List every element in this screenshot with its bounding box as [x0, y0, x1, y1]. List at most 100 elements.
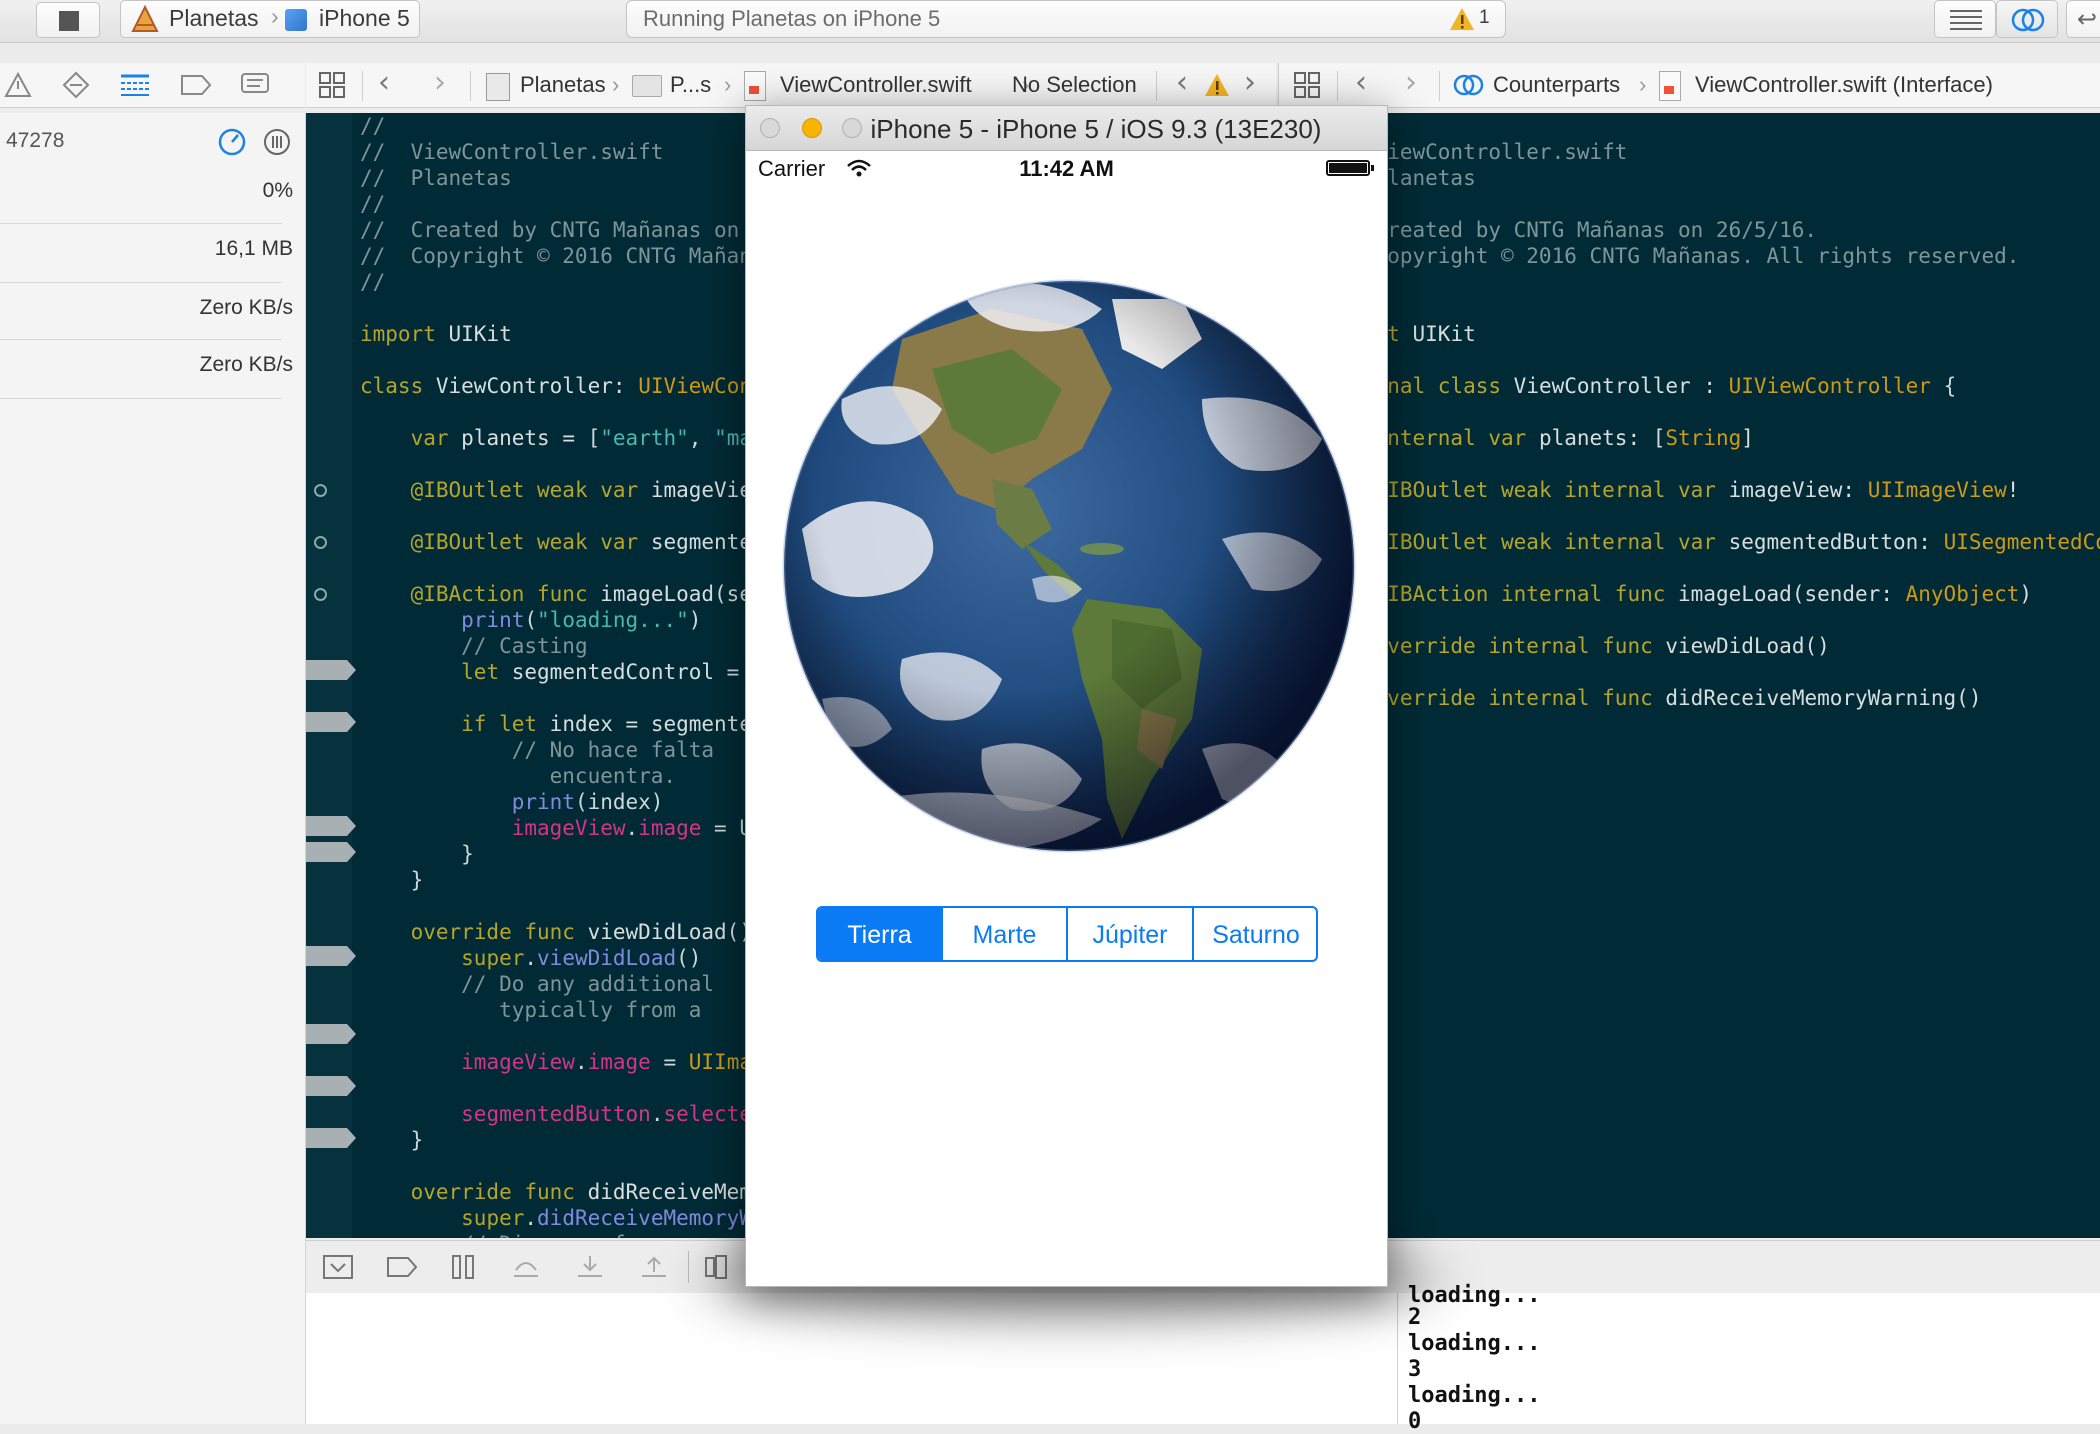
jumpbar-interface-file[interactable]: ViewController.swift (Interface): [1695, 72, 1993, 98]
cpu-value: 0%: [262, 179, 293, 202]
breakpoints-toggle-icon[interactable]: [386, 1256, 418, 1278]
jumpbar-file[interactable]: ViewController.swift: [780, 72, 972, 98]
issue-navigator-icon[interactable]: [4, 72, 32, 98]
standard-editor-button[interactable]: [1934, 0, 1996, 38]
simulator-title-bar[interactable]: iPhone 5 - iPhone 5 / iOS 9.3 (13E230): [746, 106, 1387, 151]
editor-gutter[interactable]: [306, 113, 356, 1238]
status-time: 11:42 AM: [1019, 156, 1114, 181]
assistant-editor-icon: [2011, 8, 2045, 32]
step-out-icon[interactable]: [640, 1254, 668, 1280]
scheme-device-name: iPhone 5: [319, 5, 410, 31]
warning-icon[interactable]: [1204, 73, 1230, 97]
breakpoint-marker[interactable]: [306, 816, 356, 836]
console-line: 0: [1408, 1409, 1422, 1434]
project-file-icon: [486, 73, 510, 101]
counterparts-icon: [1453, 74, 1484, 96]
swift-file-icon: [744, 71, 766, 101]
back-arrow-icon[interactable]: ‹: [1355, 65, 1367, 100]
breakpoint-marker[interactable]: [306, 660, 356, 680]
report-navigator-icon[interactable]: [240, 72, 270, 98]
segment-marte[interactable]: Marte: [943, 908, 1068, 960]
network-gauge[interactable]: Zero KB/s: [0, 353, 293, 377]
console-line: loading...: [1408, 1331, 1541, 1356]
step-into-icon[interactable]: [576, 1254, 604, 1280]
window-toolbar: Planetas › iPhone 5 Running Planetas on …: [0, 0, 2100, 43]
close-window-button[interactable]: [760, 118, 780, 138]
jumpbar-separator: ›: [612, 72, 620, 97]
earth-image: [782, 279, 1356, 853]
version-editor-button[interactable]: ↩: [2066, 0, 2100, 38]
breakpoint-marker[interactable]: [306, 1024, 356, 1044]
related-items-icon[interactable]: [1293, 71, 1321, 99]
breakpoint-marker[interactable]: [306, 842, 356, 862]
breakpoint-marker[interactable]: [306, 946, 356, 966]
scheme-separator: ›: [271, 3, 279, 29]
disk-value: Zero KB/s: [199, 296, 293, 319]
console-line: 2: [1408, 1305, 1422, 1330]
hide-debug-area-icon[interactable]: [322, 1254, 354, 1280]
debug-navigator: 47278 0% 16,1 MB Zero KB/s Zero KB/s: [0, 113, 306, 1424]
simulator-window[interactable]: iPhone 5 - iPhone 5 / iOS 9.3 (13E230) C…: [745, 105, 1388, 1287]
segment-jupiter[interactable]: Júpiter: [1068, 908, 1194, 960]
jumpbar-selection[interactable]: No Selection: [1012, 72, 1137, 98]
right-jump-bar: ‹ › Counterparts › ViewController.swift …: [1278, 63, 2100, 108]
assistant-editor-button[interactable]: [1996, 0, 2058, 38]
outlet-connection-icon[interactable]: [314, 536, 327, 549]
breakpoint-marker[interactable]: [306, 712, 356, 732]
jumpbar-project[interactable]: Planetas: [520, 72, 606, 98]
threads-icon[interactable]: [262, 127, 292, 157]
simulator-title: iPhone 5 - iPhone 5 / iOS 9.3 (13E230): [870, 114, 1322, 144]
forward-arrow-icon[interactable]: ›: [1405, 65, 1417, 100]
version-editor-icon: ↩: [2077, 6, 2098, 33]
right-interface-code: // // ViewController.swift // Planetas /…: [1386, 140, 2100, 710]
battery-icon: [1326, 160, 1374, 176]
segment-tierra[interactable]: Tierra: [818, 908, 943, 960]
outlet-connection-icon[interactable]: [314, 484, 327, 497]
memory-gauge[interactable]: 16,1 MB: [0, 237, 293, 261]
source-editor[interactable]: // // ViewController.swift // Planetas /…: [306, 113, 746, 1238]
counterparts-label[interactable]: Counterparts: [1493, 72, 1620, 98]
activity-viewer: Running Planetas on iPhone 5 1: [626, 0, 1506, 38]
stop-button[interactable]: [36, 2, 100, 38]
next-issue-icon[interactable]: ›: [1244, 65, 1256, 100]
test-navigator-icon[interactable]: [62, 71, 90, 99]
related-items-icon[interactable]: [318, 71, 346, 99]
planet-image-view: [782, 279, 1356, 853]
breakpoint-navigator-icon[interactable]: [180, 74, 212, 96]
console-divider[interactable]: [1397, 1293, 1398, 1424]
disk-gauge[interactable]: Zero KB/s: [0, 296, 293, 320]
forward-arrow-icon[interactable]: ›: [434, 65, 446, 100]
console-line: loading...: [1408, 1383, 1541, 1408]
scheme-project-name: Planetas: [169, 5, 259, 31]
jumpbar-separator: ›: [1639, 72, 1647, 97]
app-scheme-icon: [131, 5, 159, 32]
segment-saturno[interactable]: Saturno: [1194, 908, 1316, 960]
breakpoint-marker[interactable]: [306, 1076, 356, 1096]
warning-icon[interactable]: [1449, 7, 1475, 31]
swift-file-icon: [1659, 71, 1681, 101]
step-over-icon[interactable]: [512, 1254, 540, 1280]
jumpbar-group[interactable]: P...s: [670, 72, 711, 98]
activity-status-text: Running Planetas on iPhone 5: [643, 6, 941, 31]
pause-icon[interactable]: [450, 1254, 476, 1280]
standard-editor-icon: [1950, 10, 1982, 30]
breakpoint-marker[interactable]: [306, 1128, 356, 1148]
debug-navigator-icon[interactable]: [119, 72, 151, 98]
cpu-gauge[interactable]: 0%: [0, 179, 293, 203]
iphone-screen[interactable]: Carrier 11:42 AM Tierra Marte Júpiter Sa…: [746, 151, 1387, 1286]
gauge-icon[interactable]: [217, 127, 247, 157]
interface-editor[interactable]: // // ViewController.swift // Planetas /…: [1386, 113, 2100, 1238]
stop-icon: [59, 11, 79, 31]
network-value: Zero KB/s: [199, 353, 293, 376]
folder-icon: [632, 75, 662, 97]
jumpbar-separator: ›: [724, 72, 732, 97]
back-arrow-icon[interactable]: ‹: [378, 65, 390, 100]
previous-issue-icon[interactable]: ‹: [1176, 65, 1188, 100]
planet-segmented-control[interactable]: Tierra Marte Júpiter Saturno: [816, 906, 1318, 962]
memory-value: 16,1 MB: [214, 237, 293, 260]
debug-bar-separator: [688, 1251, 689, 1283]
navigator-selector-bar: [0, 63, 305, 108]
action-connection-icon[interactable]: [314, 588, 327, 601]
device-icon: [285, 9, 307, 31]
scheme-selector[interactable]: Planetas › iPhone 5: [120, 0, 420, 38]
